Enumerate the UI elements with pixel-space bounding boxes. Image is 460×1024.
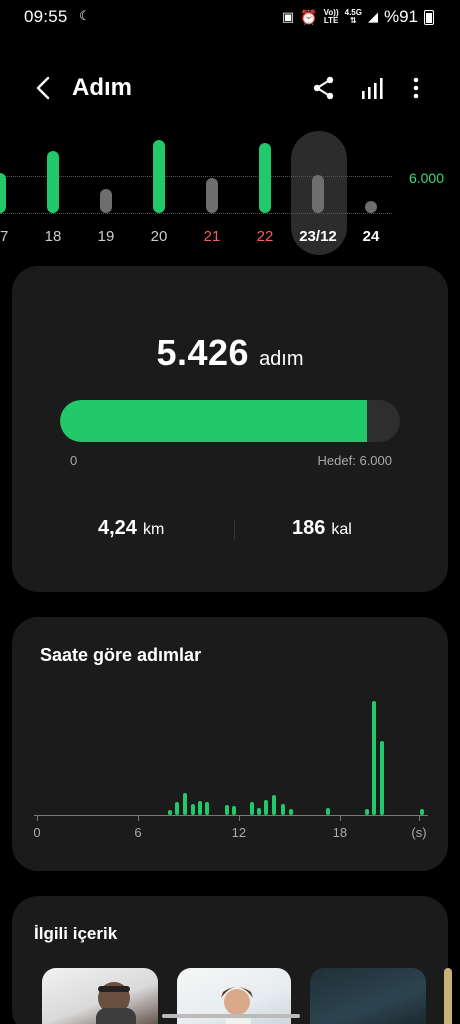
- stat-divider: [234, 520, 235, 540]
- goal-label: 6.000: [408, 170, 444, 186]
- hourly-bar: [364, 809, 369, 815]
- person-image-icon: [96, 982, 136, 1024]
- hourly-bar: [204, 802, 209, 815]
- day-bar-23-12[interactable]: [312, 175, 324, 213]
- share-icon[interactable]: [310, 74, 338, 102]
- hourly-tick: [37, 815, 38, 821]
- calories-unit: kal: [331, 521, 352, 538]
- hourly-tick-label: 6: [134, 825, 142, 840]
- hourly-bar: [379, 741, 384, 815]
- day-label-18[interactable]: 18: [33, 228, 73, 245]
- hourly-bar: [257, 808, 262, 815]
- hourly-bar: [167, 810, 172, 815]
- day-label-19[interactable]: 19: [86, 228, 126, 245]
- hourly-tick: [238, 815, 240, 821]
- related-thumbnail-3[interactable]: [310, 968, 426, 1024]
- distance-stat: 4,24 km: [98, 517, 164, 540]
- hourly-bar: [183, 793, 188, 815]
- related-title: İlgili içerik: [34, 924, 118, 943]
- sim-icon: ▣: [281, 9, 295, 24]
- hourly-tick-label: 12: [231, 825, 247, 840]
- hourly-tick-label: (s): [411, 825, 427, 840]
- hourly-bar: [289, 809, 294, 815]
- day-label-24[interactable]: 24: [351, 228, 391, 245]
- hourly-bar: [280, 804, 285, 815]
- more-icon[interactable]: [402, 74, 430, 102]
- hourly-tick: [137, 815, 139, 821]
- distance-unit: km: [142, 521, 165, 538]
- hourly-bar: [231, 806, 236, 815]
- summary-card: 5.426 adım 0 Hedef: 6.000 4,24 km 186 kal: [12, 266, 448, 592]
- progress-min-label: 0: [70, 453, 78, 468]
- baseline: [0, 213, 392, 214]
- alarm-icon: ⏰: [300, 8, 318, 25]
- hourly-bar: [198, 801, 203, 815]
- day-bar-21[interactable]: [206, 178, 218, 213]
- related-thumbnail-4[interactable]: [444, 968, 452, 1024]
- day-label-17[interactable]: 17: [0, 228, 20, 245]
- back-icon[interactable]: [30, 72, 58, 104]
- status-bar: 09:55 ☾ ▣ ⏰ Vo)) LTE 4.5G ⇅ ◢ %91: [0, 0, 460, 34]
- day-bar-20[interactable]: [153, 140, 165, 213]
- gesture-bar[interactable]: [162, 1014, 300, 1018]
- hourly-bar: [250, 802, 255, 815]
- signal-icon: ◢: [367, 9, 378, 24]
- related-thumbnail-1[interactable]: [42, 968, 158, 1024]
- hourly-bar: [326, 808, 331, 815]
- calories-stat: 186 kal: [292, 517, 352, 540]
- hourly-bar: [272, 795, 277, 815]
- hourly-tick: [419, 815, 420, 821]
- daily-steps-strip[interactable]: 6.000 17 18 19 20 21 22 23/12 24: [0, 128, 460, 258]
- steps-total: 5.426 adım: [12, 332, 448, 374]
- hourly-x-axis: [34, 815, 428, 816]
- moon-icon: ☾: [79, 8, 91, 23]
- day-bar-22[interactable]: [259, 143, 271, 213]
- steps-count: 5.426: [156, 332, 250, 373]
- battery-icon: [424, 9, 434, 25]
- day-bar-18[interactable]: [47, 151, 59, 213]
- hourly-bar: [263, 800, 268, 815]
- network-indicator: 4.5G ⇅: [344, 8, 362, 25]
- goal-progress-bar: [60, 400, 400, 442]
- hourly-bar: [174, 802, 179, 815]
- calories-value: 186: [292, 517, 326, 539]
- day-bar-19[interactable]: [100, 189, 112, 213]
- battery-label: %91: [383, 7, 418, 26]
- day-bar-24[interactable]: [365, 201, 377, 213]
- day-label-22[interactable]: 22: [245, 228, 285, 245]
- status-time: 09:55: [24, 7, 68, 26]
- hourly-title: Saate göre adımlar: [40, 645, 202, 665]
- goal-progress-fill: [60, 400, 368, 442]
- day-label-21[interactable]: 21: [192, 228, 232, 245]
- day-label-23-12[interactable]: 23/12: [298, 228, 338, 245]
- status-icons: ▣ ⏰ Vo)) LTE 4.5G ⇅ ◢ %91: [282, 7, 434, 27]
- hourly-tick-label: 0: [33, 825, 41, 840]
- distance-value: 4,24: [98, 517, 137, 539]
- stats-icon[interactable]: [358, 74, 386, 102]
- day-bar-17[interactable]: [0, 173, 6, 213]
- hourly-steps-card[interactable]: Saate göre adımlar 0 6 12 18 (s): [12, 617, 448, 871]
- app-header: Adım: [0, 60, 460, 116]
- volte-indicator: Vo)) LTE: [323, 8, 339, 25]
- steps-unit: adım: [259, 348, 304, 370]
- progress-goal-label: Hedef: 6.000: [317, 453, 392, 468]
- hourly-tick: [339, 815, 341, 821]
- hourly-bar: [225, 805, 230, 815]
- hourly-bar: [191, 804, 196, 815]
- day-label-20[interactable]: 20: [139, 228, 179, 245]
- page-title: Adım: [72, 74, 132, 101]
- related-content-card: İlgili içerik: [12, 896, 452, 1024]
- hourly-tick-label: 18: [332, 825, 348, 840]
- hourly-bar: [371, 701, 376, 815]
